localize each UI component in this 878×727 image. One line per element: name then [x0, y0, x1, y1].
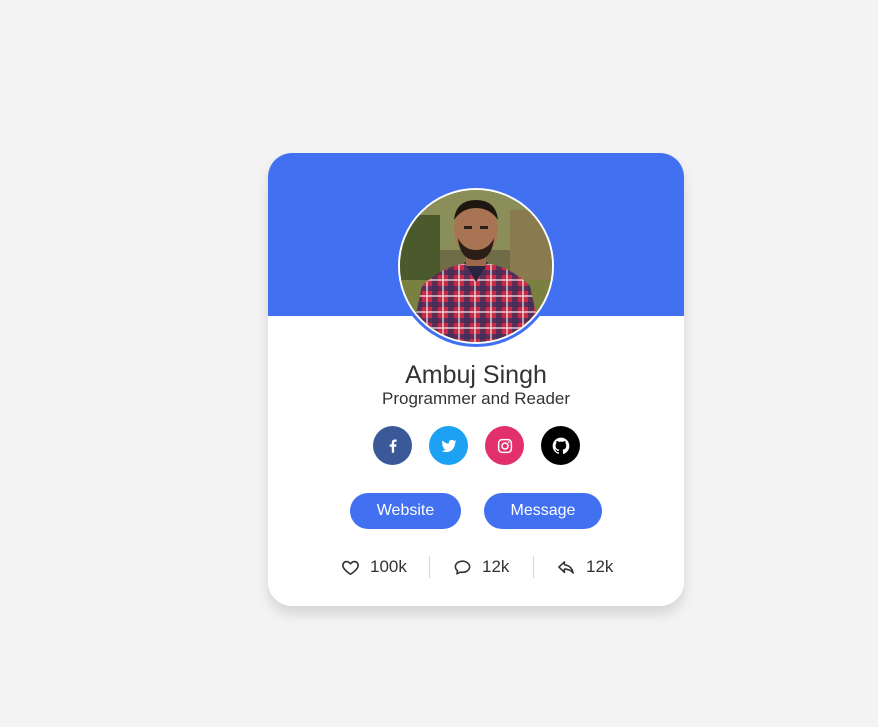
message-button[interactable]: Message	[484, 493, 602, 529]
twitter-icon	[441, 439, 456, 452]
stat-divider	[429, 556, 430, 578]
stat-divider	[533, 556, 534, 578]
comments-count: 12k	[482, 557, 510, 576]
website-button[interactable]: Website	[350, 493, 461, 529]
twitter-button[interactable]	[429, 426, 468, 465]
avatar-photo	[400, 190, 552, 342]
github-icon	[552, 437, 569, 454]
github-button[interactable]	[541, 426, 580, 465]
profile-card: Ambuj Singh Programmer and Reader Websit…	[268, 153, 684, 606]
shares-stat[interactable]: 12k	[556, 555, 613, 579]
profile-role: Programmer and Reader	[381, 389, 571, 408]
likes-stat[interactable]: 100k	[341, 555, 407, 579]
comments-stat[interactable]: 12k	[453, 555, 509, 579]
reply-icon	[558, 560, 574, 574]
heart-icon	[342, 560, 359, 575]
instagram-icon	[497, 438, 512, 453]
instagram-button[interactable]	[485, 426, 524, 465]
profile-name: Ambuj Singh	[405, 361, 547, 389]
facebook-icon	[389, 438, 397, 453]
facebook-button[interactable]	[373, 426, 412, 465]
likes-count: 100k	[370, 557, 407, 576]
shares-count: 12k	[586, 557, 614, 576]
avatar	[400, 190, 552, 342]
comment-icon	[454, 559, 471, 575]
